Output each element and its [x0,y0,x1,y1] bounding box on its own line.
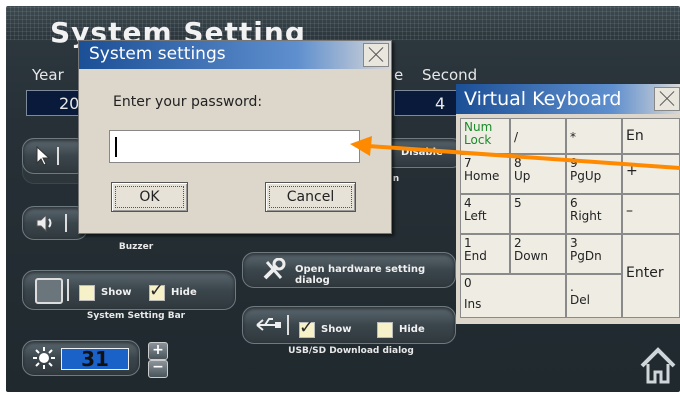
callout-arrow [350,136,680,170]
